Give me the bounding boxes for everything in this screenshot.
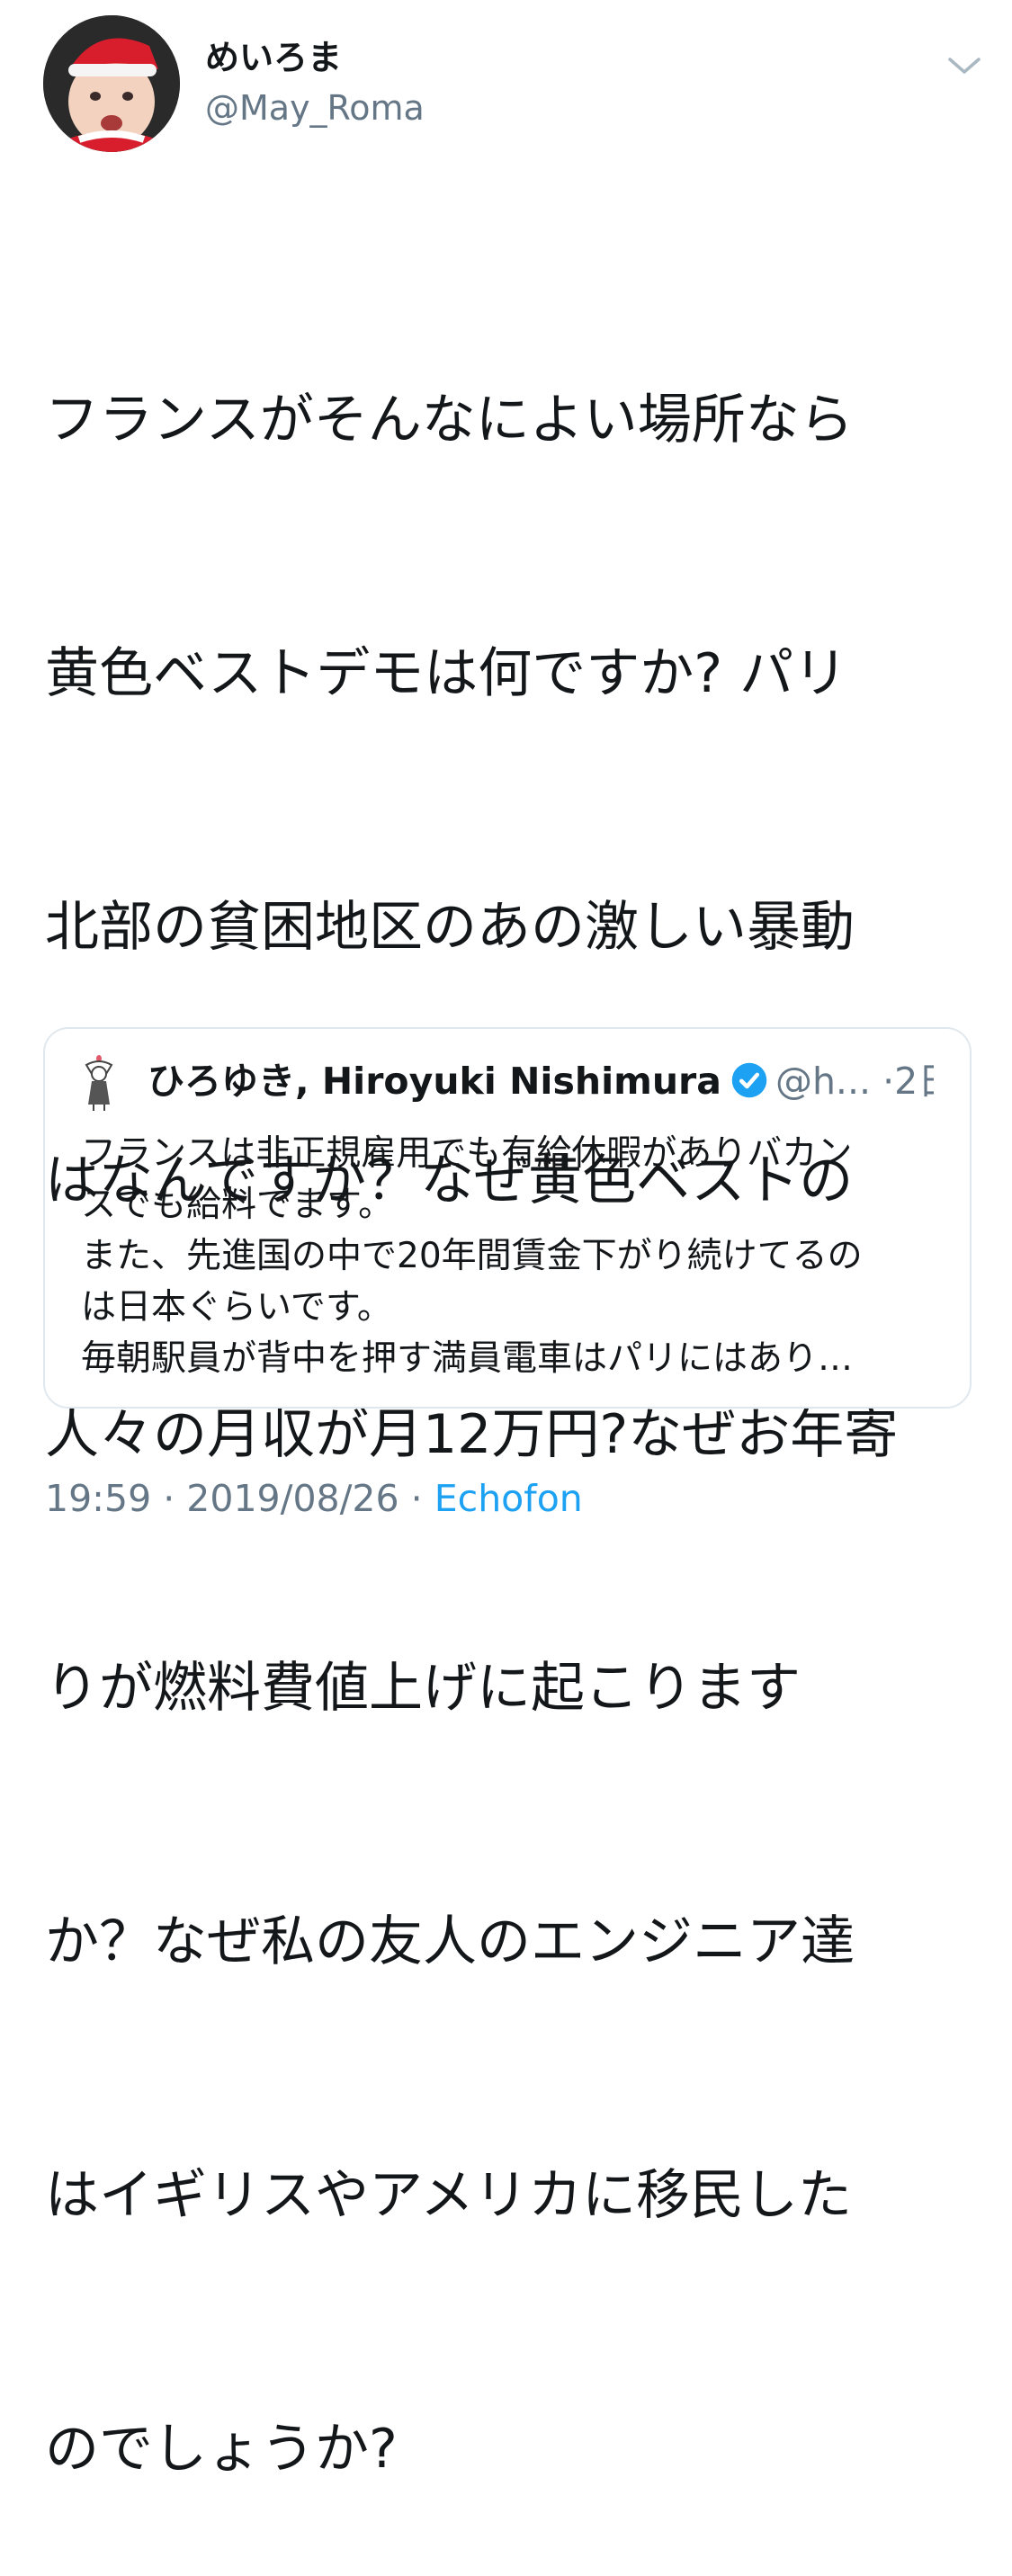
tweet-line: か？なぜ私の友人のエンジニア達 [45,1910,855,1973]
tweet-line: 北部の貧困地区のあの激しい暴動 [45,896,855,959]
tweet-line: はイギリスやアメリカに移民した [45,2164,852,2227]
verified-badge-icon [731,1062,767,1098]
quoted-tweet-time[interactable]: 2日 [894,1060,934,1103]
author-avatar[interactable] [43,15,180,152]
quoted-author-name[interactable]: ひろゆき, Hiroyuki Nishimura [148,1060,721,1103]
separator-dot: · [163,1477,175,1520]
quoted-line: 毎朝駅員が背中を押す満員電車はパリにはあり… [81,1338,854,1379]
quoted-author-handle[interactable]: @h... [775,1060,871,1103]
tweet-meta: 19:59 · 2019/08/26 · Echofon [45,1475,583,1522]
author-display-name[interactable]: めいろま [205,36,342,79]
quoted-line: スでも給料でます。 [81,1185,394,1225]
tweet-date[interactable]: 2019/08/26 [186,1477,399,1520]
quoted-line: フランスは非正規雇用でも有給休暇がありバカン [81,1133,853,1174]
chevron-down-icon[interactable] [946,52,982,79]
tweet-time[interactable]: 19:59 [45,1477,151,1520]
quoted-tweet-header: ひろゆき, Hiroyuki Nishimura @h... ·2日 [148,1056,934,1106]
quoted-line: は日本ぐらいです。 [81,1287,392,1328]
quoted-line: また、先進国の中で20年間賃金下がり続けてるの [81,1236,863,1276]
author-handle[interactable]: @May_Roma [205,86,425,130]
tweet-line: 黄色ベストデモは何ですか? パリ [45,642,848,705]
client-link[interactable]: Echofon [434,1477,583,1520]
separator-dot: · [410,1477,423,1520]
quoted-author-avatar[interactable] [83,1054,115,1112]
separator-dot: · [882,1060,895,1103]
quoted-tweet-text: フランスは非正規雇用でも有給休暇がありバカン スでも給料でます。 また、先進国の… [81,1128,945,1384]
tweet-line: りが燃料費値上げに起こります [45,1657,801,1720]
tweet-line: のでしょうか? [45,2418,398,2481]
avatar-image [43,15,180,152]
quoted-tweet-card[interactable]: ひろゆき, Hiroyuki Nishimura @h... ·2日 フランスは非… [43,1027,972,1409]
tweet-line: フランスがそんなによい場所なら [45,389,854,452]
